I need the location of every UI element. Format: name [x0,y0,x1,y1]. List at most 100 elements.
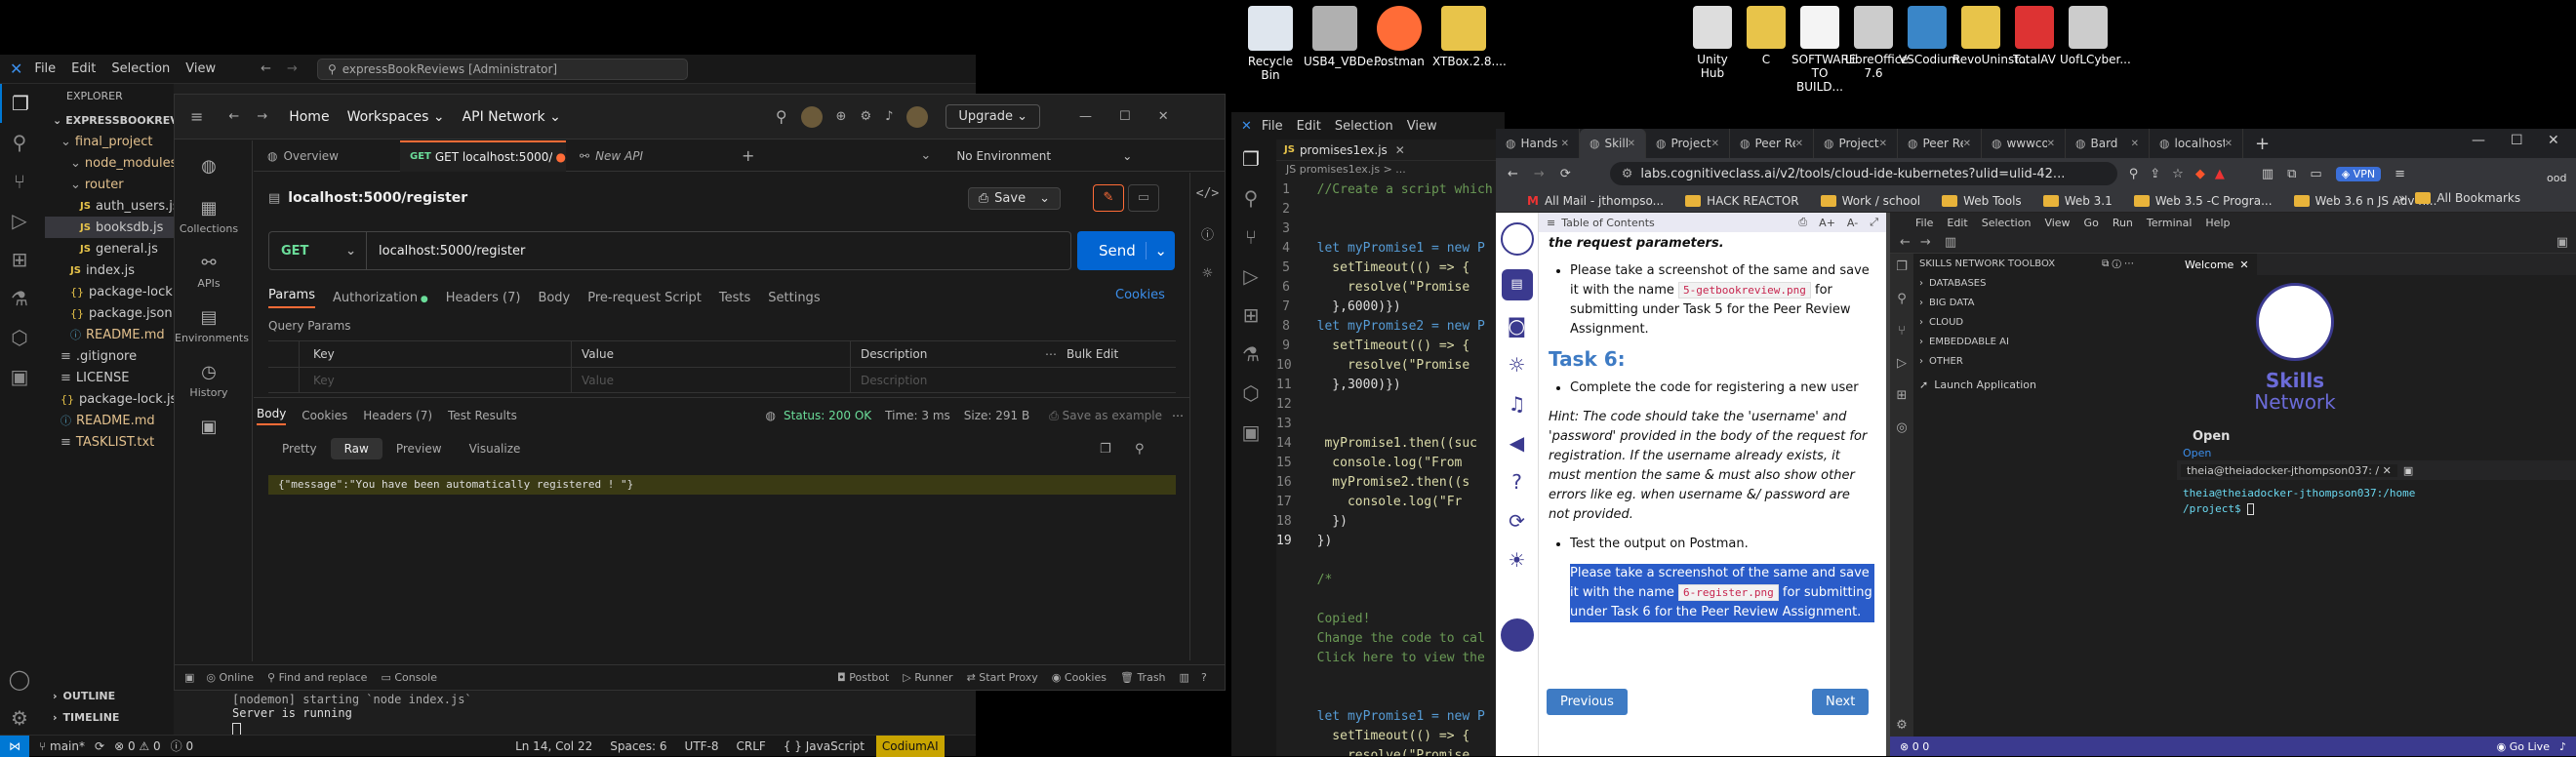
tree-folder[interactable]: ⌄ final_project [45,131,174,152]
browser-tab[interactable]: ◍Project B✕ [1646,129,1730,158]
close-tab-icon[interactable]: ✕ [1879,139,1887,149]
encoding-status[interactable]: UTF-8 [685,739,719,753]
terminal-tab[interactable]: theia@theiadocker-jthompson037: / ✕ [2181,463,2397,477]
hint-bulb-icon[interactable]: ☼ [1496,353,1538,377]
info-status[interactable]: ⓘ 0 [171,737,193,754]
launch-application-button[interactable]: ➚ Launch Application [1919,375,2148,394]
panel-toggle-icon[interactable]: ▣ [2556,235,2568,250]
tree-file[interactable]: JS auth_users.js [45,195,174,217]
edit-icon[interactable]: ✎ [1093,184,1124,212]
theia-menu-item[interactable]: Edit [1947,217,1967,229]
layout-icon[interactable]: ▥ [1945,235,1956,250]
browser-minimize-icon[interactable]: — [2472,133,2485,148]
tree-folder[interactable]: ⌄ router [45,174,174,195]
more-icon[interactable]: ⋯ [1172,409,1184,422]
forward-icon[interactable]: → [1920,235,1931,250]
browser-tab[interactable]: ◍wwwcour✕ [1982,129,2066,158]
new-tab-plus-icon[interactable]: + [742,146,754,165]
remote-icon[interactable]: ⬡ [0,318,39,357]
browser-close-icon[interactable]: ✕ [2548,133,2559,148]
extensions-icon[interactable]: ⧉ [2287,167,2296,181]
sidebar-icon[interactable]: ▥ [2262,167,2274,181]
online-status[interactable]: ◎ Online [206,671,254,684]
cookies-link[interactable]: Cookies [1115,288,1165,302]
skills-logo-icon[interactable] [1500,222,1534,256]
zoom-icon[interactable]: ⚲ [2129,167,2139,181]
timeline-section[interactable]: › TIMELINE [53,706,119,728]
menu-item[interactable]: Edit [1297,119,1321,134]
tab-welcome[interactable]: Welcome ✕ [2177,254,2257,275]
close-tab-icon[interactable]: ✕ [1628,139,1635,149]
extensions-icon[interactable]: ⊞ [0,240,39,279]
cookies-footer-button[interactable]: ◉ Cookies [1052,671,1107,684]
save-button[interactable]: ⎙ Save ⌄ [967,186,1061,210]
problems-status[interactable]: ⊗ 0 ⚠ 0 [114,739,161,753]
tree-file[interactable]: ≡ LICENSE [45,367,174,388]
nav-back-icon[interactable]: ← [261,61,271,76]
desktop-item[interactable]: UofLCyber... [2060,6,2131,66]
browser-tab[interactable]: ◍Skills✕ [1580,129,1646,158]
settings-gear-icon[interactable]: ⚙ [0,698,39,737]
browser-tab[interactable]: ◍Peer Revi✕ [1898,129,1982,158]
editor-tab[interactable]: JS promises1ex.js ✕ [1276,139,1505,161]
instructions-icon[interactable]: ▤ [1501,269,1533,300]
share-icon[interactable]: ⇪ [2150,167,2160,181]
browser-maximize-icon[interactable]: ☐ [2511,133,2523,148]
extensions-icon[interactable]: ⊞ [1231,296,1270,335]
tree-file[interactable]: ≡ .gitignore [45,345,174,367]
tree-file[interactable]: JS index.js [45,259,174,281]
request-title[interactable]: localhost:5000/register [288,190,467,206]
wallet-icon[interactable]: ▭ [2310,167,2321,181]
theia-menu-item[interactable]: Run [2113,217,2133,229]
request-tab[interactable]: Tests [719,291,750,305]
browser-tab[interactable]: ◍Hands on✕ [1496,129,1580,158]
expand-icon[interactable]: ⤢ [1870,216,1878,229]
help-icon[interactable]: ? [1496,470,1538,494]
home-link[interactable]: Home [289,109,329,125]
previous-button[interactable]: Previous [1547,689,1628,715]
go-live-button[interactable]: ◉ Go Live [2497,740,2550,753]
back-icon[interactable]: ← [228,109,239,124]
request-tab[interactable]: Params [268,288,315,308]
copy-icon[interactable]: ❐ [1100,442,1111,457]
font-increase-icon[interactable]: A+ [1819,217,1835,229]
notifications-bell-icon[interactable]: ♪ [885,109,893,124]
request-tab[interactable]: Headers (7) [446,291,521,305]
console-button[interactable]: ▭ Console [381,671,437,684]
desktop-item[interactable]: SOFTWARE TO BUILD... [1791,6,1856,94]
close-tab-icon[interactable]: ✕ [1561,139,1569,149]
theia-menu-item[interactable]: Help [2205,217,2230,229]
bulb-icon[interactable]: ☼ [1190,266,1225,281]
tree-folder[interactable]: ⌄ node_modules [45,152,174,174]
user-avatar[interactable] [1500,618,1534,652]
browser-tab[interactable]: ◍Peer Revi✕ [1730,129,1814,158]
close-tab-icon[interactable]: ✕ [1795,139,1803,149]
postbot-button[interactable]: ◘ Postbot [837,671,889,684]
upgrade-button[interactable]: Upgrade ⌄ [946,104,1041,129]
theia-terminal[interactable]: theia@theiadocker-jthompson037:/home /pr… [2183,486,2573,517]
url-input[interactable]: localhost:5000/register [379,244,525,259]
explorer-root[interactable]: ⌄EXPRESSBOOKREVIEW [45,109,174,131]
minimize-icon[interactable]: — [1079,109,1092,124]
comments-icon[interactable]: ▭ [1128,184,1159,212]
response-tab[interactable]: Test Results [448,409,517,422]
bookmark-item[interactable]: HACK REACTOR [1685,194,1799,208]
problems-status[interactable]: ⊗ 0 0 [1900,740,1929,753]
start-proxy-button[interactable]: ⇄ Start Proxy [967,671,1038,684]
desktop-item[interactable]: XTBox.2.8.... [1432,6,1507,68]
code-snippet-icon[interactable]: </> [1190,186,1225,201]
desktop-item[interactable]: LibreOffice 7.6 [1845,6,1909,80]
maximize-icon[interactable]: ☐ [1119,109,1131,124]
menu-item[interactable]: File [34,61,56,76]
tree-file[interactable]: {}package-lock.json [45,388,174,410]
close-tab-icon[interactable]: ✕ [2131,139,2139,149]
forward-icon[interactable]: → [257,109,267,124]
view-tab[interactable]: Pretty [268,438,331,459]
close-tab-icon[interactable]: ✕ [2225,139,2233,149]
view-tab[interactable]: Raw [330,438,382,459]
request-tab[interactable]: Body [538,291,570,305]
menu-hamburger-icon[interactable]: ≡ [190,107,203,126]
remote-indicator-icon[interactable]: ⋈ [0,735,29,757]
accounts-icon[interactable]: ◯ [0,659,39,698]
desktop-item[interactable]: Unity Hub [1684,6,1741,80]
